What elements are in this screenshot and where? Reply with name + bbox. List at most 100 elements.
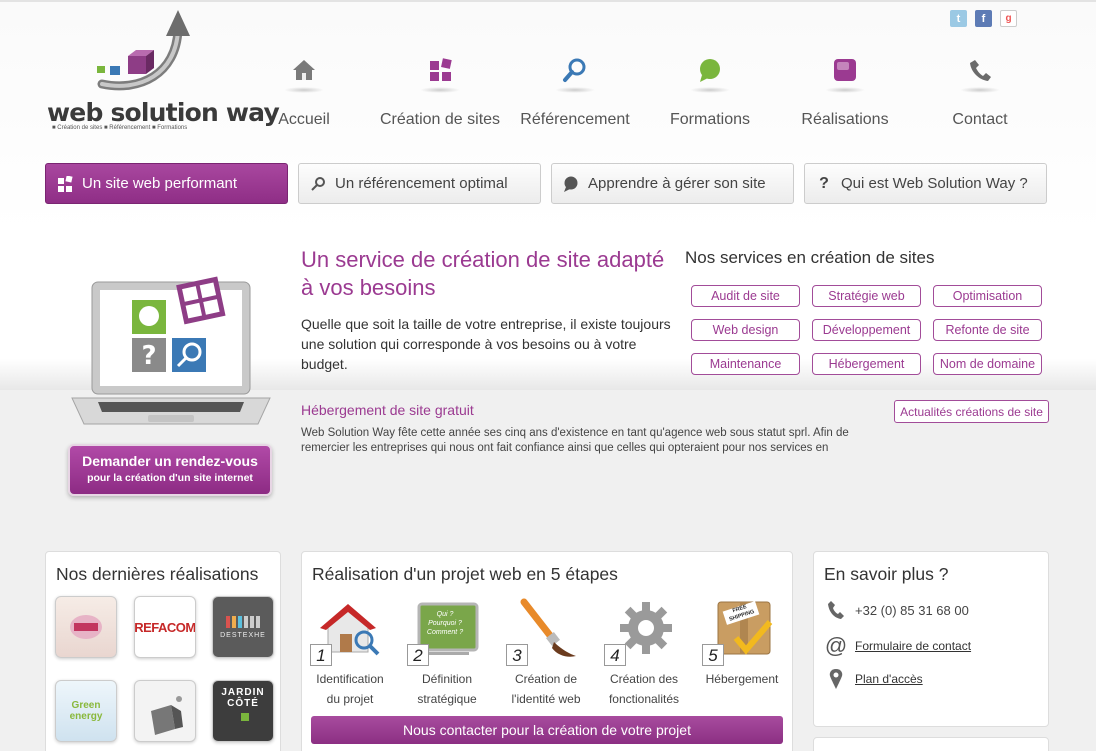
news-archive-button[interactable]: Actualités créations de site [894,400,1049,423]
realisation-thumb[interactable] [134,680,196,742]
tab-label: Qui est Web Solution Way ? [841,175,1028,192]
service-hebergement[interactable]: Hébergement [812,353,921,375]
thumb-label: JARDIN CÔTÉ [221,687,265,709]
realisation-thumb[interactable] [55,596,117,658]
thumb-label: Green energy [69,700,103,722]
realisation-thumb[interactable]: Green energy [55,680,117,742]
nav-label: Réalisations [801,111,889,128]
service-audit[interactable]: Audit de site [691,285,800,307]
rdv-line2: pour la création d'un site internet [87,472,253,484]
realisation-thumb[interactable]: REFACOM [134,596,196,658]
tab-label: Un site web performant [82,175,238,192]
tab-label: Apprendre à gérer son site [588,175,766,192]
news-text: Web Solution Way fête cette année ses ci… [301,427,849,454]
realisations-panel: Nos dernières réalisations REFACOM DESTE… [45,551,281,751]
nav-formations[interactable]: Formations [640,55,780,129]
projet-title: Réalisation d'un projet web en 5 étapes [312,564,618,584]
magnifier-icon [560,55,590,85]
nav-referencement[interactable]: Référencement [505,55,645,129]
paintbrush-icon: 3 [506,598,578,666]
contact-project-button[interactable]: Nous contacter pour la création de votre… [311,716,783,744]
tab-label: Un référencement optimal [335,175,508,192]
step-3: 3 Création de l'identité web [501,598,591,709]
service-nom-domaine[interactable]: Nom de domaine [933,353,1042,375]
info-map[interactable]: Plan d'accès [826,668,923,690]
tab-apprendre-gerer[interactable]: Apprendre à gérer son site [551,163,794,204]
nav-contact[interactable]: Contact [910,55,1050,129]
phone-icon [826,600,846,620]
service-optimisation[interactable]: Optimisation [933,285,1042,307]
laptop-illustration: ? [71,276,271,425]
nav-label: Formations [669,111,751,128]
info-title: En savoir plus ? [824,564,949,584]
step-4: 4 Création des fonctionalités [599,598,689,709]
nav-label: Accueil [278,111,330,128]
package-check-icon: FREE SHIPPING 5 [702,598,774,666]
map-link[interactable]: Plan d'accès [855,672,923,686]
realisation-thumb[interactable]: JARDIN CÔTÉ [212,680,274,742]
step-label: Création des fonctionalités [608,672,680,706]
nav-creation[interactable]: Création de sites [370,55,510,129]
board-text: Qui ? Pourquoi ? Comment ? [426,611,464,636]
thumb-label: DESTEXHE [220,631,266,639]
rdv-line1: Demander un rendez-vous [82,453,258,469]
tab-qui-est[interactable]: ? Qui est Web Solution Way ? [804,163,1047,204]
step-label: Hébergement [705,672,779,686]
magnifier-icon [309,176,327,192]
home-icon [289,55,319,85]
service-webdesign[interactable]: Web design [691,319,800,341]
contact-form-link[interactable]: Formulaire de contact [855,639,971,653]
nav-realisations[interactable]: Réalisations [775,55,915,129]
step-number: 5 [702,644,724,666]
secondary-panel [813,737,1049,751]
step-label: Identification du projet [316,672,384,706]
step-5: FREE SHIPPING 5 Hébergement [697,598,787,689]
step-label: Définition stratégique [417,672,477,706]
service-developpement[interactable]: Développement [812,319,921,341]
nav-label: Référencement [520,111,630,128]
news-title[interactable]: Hébergement de site gratuit [301,402,474,418]
question-icon: ? [819,174,829,192]
step-2: Qui ? Pourquoi ? Comment ? 2 Définition s… [402,598,492,709]
realisations-title: Nos dernières réalisations [56,564,259,584]
house-search-icon: 1 [310,598,382,666]
phone-icon [965,55,995,85]
twitter-icon[interactable]: t [950,10,967,27]
service-strategie[interactable]: Stratégie web [812,285,921,307]
step-number: 3 [506,644,528,666]
logo-arrow-icon[interactable] [90,8,200,94]
realisation-thumb[interactable]: DESTEXHE [212,596,274,658]
step-number: 4 [604,644,626,666]
nav-label: Contact [952,111,1008,128]
service-refonte[interactable]: Refonte de site [933,319,1042,341]
tab-referencement-optimal[interactable]: Un référencement optimal [298,163,541,204]
info-phone: +32 (0) 85 31 68 00 [826,600,969,620]
nav-accueil[interactable]: Accueil [234,55,374,129]
map-pin-icon [826,668,846,690]
squares-icon [425,55,455,85]
thumb-label: REFACOM [134,619,196,635]
step-label: Création de l'identité web [511,672,581,706]
services-title: Nos services en création de sites [685,248,935,267]
hero-text: Quelle que soit la taille de votre entre… [301,316,671,372]
brand-tagline: ■ Création de sites ■ Référencement ■ Fo… [52,125,188,131]
nav-label: Création de sites [379,111,501,128]
facebook-icon[interactable]: f [975,10,992,27]
svg-text:?: ? [141,341,156,371]
step-number: 2 [407,644,429,666]
step-number: 1 [310,644,332,666]
social-links: t f g [950,10,1017,27]
squares-icon [56,175,74,192]
step-1: 1 Identification du projet [305,598,395,709]
cube-icon [830,55,860,85]
chat-bubble-icon [695,55,725,85]
googleplus-icon[interactable]: g [1000,10,1017,27]
hero-title: Un service de création de site adapté à … [301,247,665,300]
service-maintenance[interactable]: Maintenance [691,353,800,375]
phone-number: +32 (0) 85 31 68 00 [855,602,969,618]
rendez-vous-button[interactable]: Demander un rendez-vous pour la création… [68,444,272,496]
gear-icon: 4 [604,598,676,666]
tab-site-performant[interactable]: Un site web performant [45,163,288,204]
chalkboard-icon: Qui ? Pourquoi ? Comment ? 2 [407,598,479,666]
info-contact[interactable]: @ Formulaire de contact [825,633,971,659]
